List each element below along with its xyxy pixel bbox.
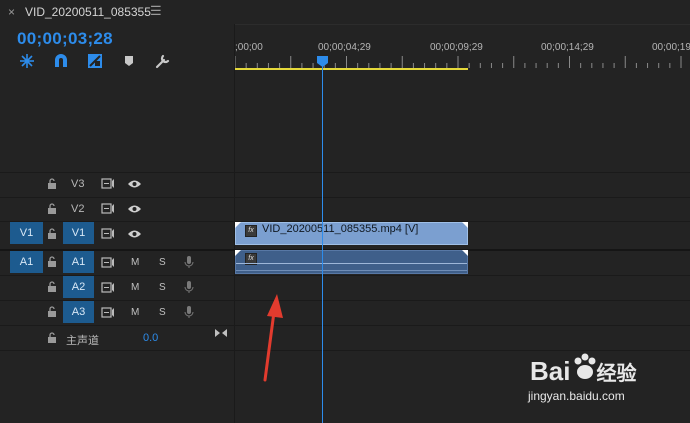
lock-icon[interactable] <box>47 332 57 343</box>
lock-icon[interactable] <box>47 306 57 317</box>
mute-button[interactable]: M <box>131 307 139 318</box>
lock-icon[interactable] <box>47 178 57 189</box>
source-patch-a1[interactable]: A1 <box>10 251 43 273</box>
ruler-label: 00;00;19 <box>652 42 690 53</box>
audio-volume-line[interactable] <box>236 263 467 264</box>
playhead-line[interactable] <box>322 62 323 423</box>
nest-sequence-icon[interactable] <box>18 52 36 70</box>
wrench-icon[interactable] <box>154 52 172 70</box>
microphone-icon[interactable] <box>184 280 194 294</box>
track-row-master <box>0 325 690 350</box>
playhead-timecode[interactable]: 00;00;03;28 <box>17 29 113 49</box>
clip-corner-marker <box>462 250 468 256</box>
clip-corner-marker <box>235 250 241 256</box>
solo-button[interactable]: S <box>159 282 166 293</box>
track-target-a1[interactable]: A1 <box>63 251 94 273</box>
ruler-label: 00;00;09;29 <box>430 42 483 53</box>
fx-badge[interactable]: fx <box>245 225 257 237</box>
ruler-label: 00;00;04;29 <box>318 42 371 53</box>
lock-icon[interactable] <box>47 256 57 267</box>
lock-icon[interactable] <box>47 228 57 239</box>
track-target-a3[interactable]: A3 <box>63 301 94 323</box>
linked-selection-icon[interactable] <box>86 52 104 70</box>
eye-icon[interactable] <box>127 179 142 189</box>
track-target-v1[interactable]: V1 <box>63 222 94 244</box>
clip-corner-marker <box>462 222 468 228</box>
watermark-brand2: 经验 <box>596 363 637 385</box>
video-clip-name: VID_20200511_085355.mp4 [V] <box>262 223 419 235</box>
microphone-icon[interactable] <box>184 305 194 319</box>
sync-lock-icon[interactable] <box>101 228 115 239</box>
mute-button[interactable]: M <box>131 282 139 293</box>
snap-icon[interactable] <box>52 52 70 70</box>
audio-waveform <box>236 270 467 271</box>
sync-lock-icon[interactable] <box>101 257 115 268</box>
track-name-v2[interactable]: V2 <box>71 203 84 215</box>
master-track-label: 主声道 <box>66 335 99 347</box>
panel-menu-icon[interactable]: ☰ <box>150 3 162 19</box>
red-arrow-annotation <box>263 294 283 382</box>
sync-lock-icon[interactable] <box>101 307 115 318</box>
add-marker-icon[interactable] <box>120 52 138 70</box>
watermark-url: jingyan.baidu.com <box>528 389 625 403</box>
track-target-a2[interactable]: A2 <box>63 276 94 298</box>
ruler-label: 00;00;14;29 <box>541 42 594 53</box>
sync-lock-icon[interactable] <box>101 282 115 293</box>
master-volume-value[interactable]: 0.0 <box>143 332 158 344</box>
lock-icon[interactable] <box>47 281 57 292</box>
track-name-v3[interactable]: V3 <box>71 178 84 190</box>
paw-icon <box>574 353 596 379</box>
solo-button[interactable]: S <box>159 257 166 268</box>
solo-button[interactable]: S <box>159 307 166 318</box>
sequence-tab-title[interactable]: VID_20200511_085355 <box>25 5 151 19</box>
microphone-icon[interactable] <box>184 255 194 269</box>
playhead-handle[interactable] <box>317 56 328 67</box>
clip-corner-marker <box>235 222 241 228</box>
sync-lock-icon[interactable] <box>101 178 115 189</box>
close-tab-icon[interactable]: × <box>8 5 15 19</box>
eye-icon[interactable] <box>127 204 142 214</box>
source-patch-v1[interactable]: V1 <box>10 222 43 244</box>
eye-icon[interactable] <box>127 229 142 239</box>
ruler-label: ;00;00 <box>235 42 263 53</box>
mute-button[interactable]: M <box>131 257 139 268</box>
watermark-brand: Bai <box>530 356 571 386</box>
lock-icon[interactable] <box>47 203 57 214</box>
go-to-end-icon[interactable] <box>215 328 227 338</box>
sync-lock-icon[interactable] <box>101 203 115 214</box>
work-area-bar[interactable] <box>235 68 468 70</box>
